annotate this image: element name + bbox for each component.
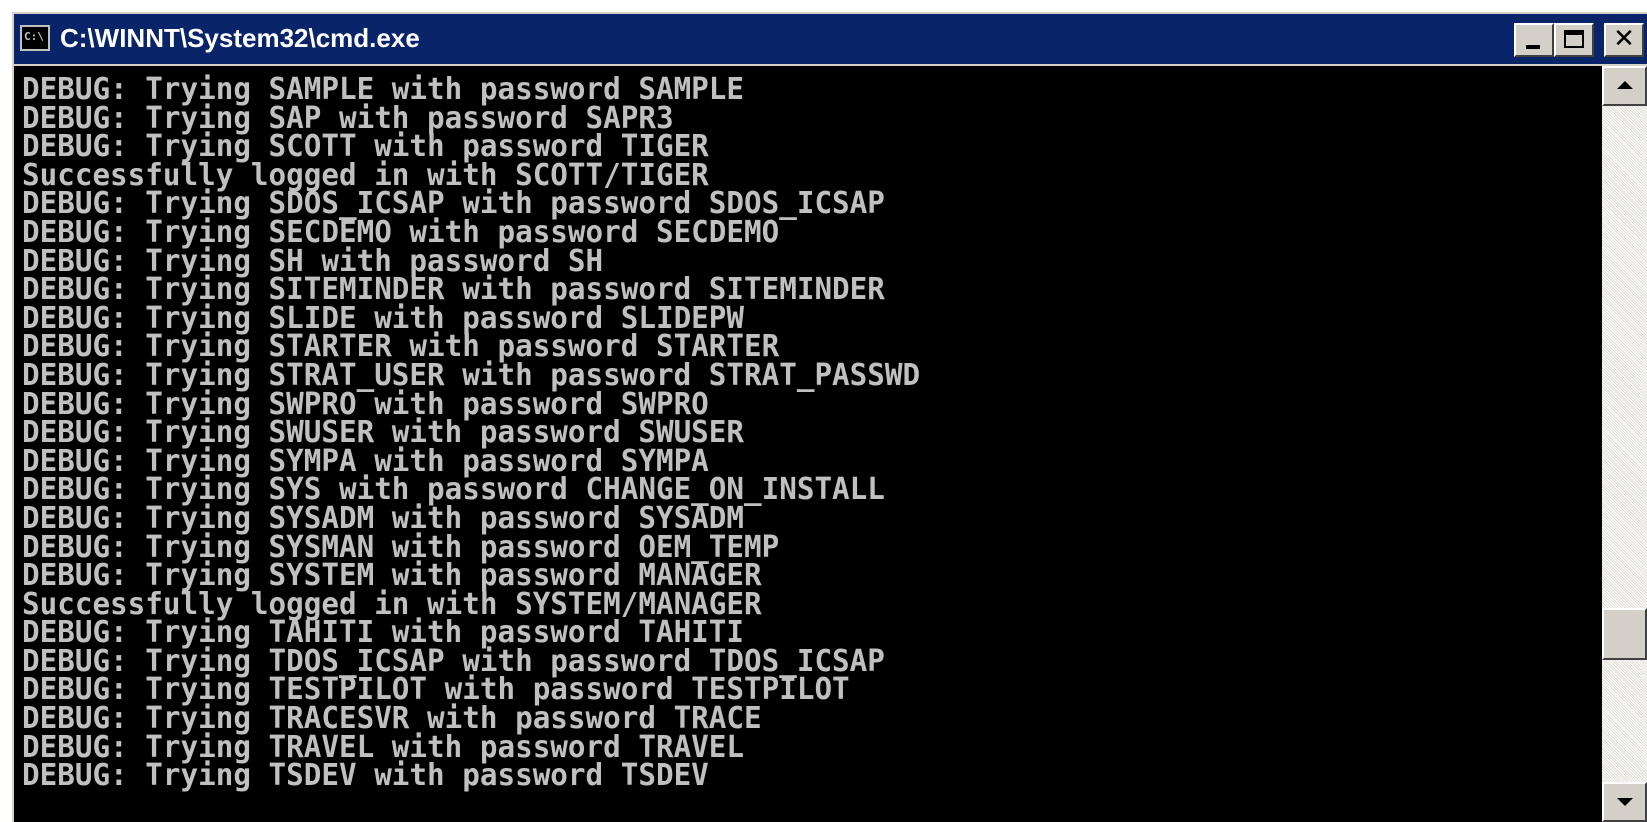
- arrow-down-icon: [1617, 798, 1633, 806]
- cmd-window: C:\ C:\WINNT\System32\cmd.exe ✕ DEBUG: T…: [10, 10, 1647, 822]
- minimize-icon: [1526, 45, 1540, 49]
- close-button[interactable]: ✕: [1604, 23, 1644, 57]
- close-icon: ✕: [1613, 24, 1635, 54]
- minimize-button[interactable]: [1514, 23, 1554, 57]
- scroll-up-button[interactable]: [1602, 66, 1647, 106]
- scroll-down-button[interactable]: [1602, 782, 1647, 822]
- console-lines: DEBUG: Trying SAMPLE with password SAMPL…: [22, 75, 943, 794]
- scroll-thumb[interactable]: [1602, 608, 1647, 660]
- maximize-button[interactable]: [1554, 23, 1594, 57]
- vertical-scrollbar[interactable]: [1602, 66, 1647, 822]
- arrow-up-icon: [1617, 81, 1633, 89]
- title-bar[interactable]: C:\ C:\WINNT\System32\cmd.exe ✕: [14, 14, 1647, 64]
- maximize-icon: [1564, 30, 1584, 48]
- cmd-prompt-icon[interactable]: C:\: [20, 25, 50, 51]
- window-title: C:\WINNT\System32\cmd.exe: [60, 23, 420, 53]
- console-line: DEBUG: Trying TSDEV with password TSDEV: [22, 758, 709, 794]
- console-output[interactable]: DEBUG: Trying SAMPLE with password SAMPL…: [14, 66, 1602, 822]
